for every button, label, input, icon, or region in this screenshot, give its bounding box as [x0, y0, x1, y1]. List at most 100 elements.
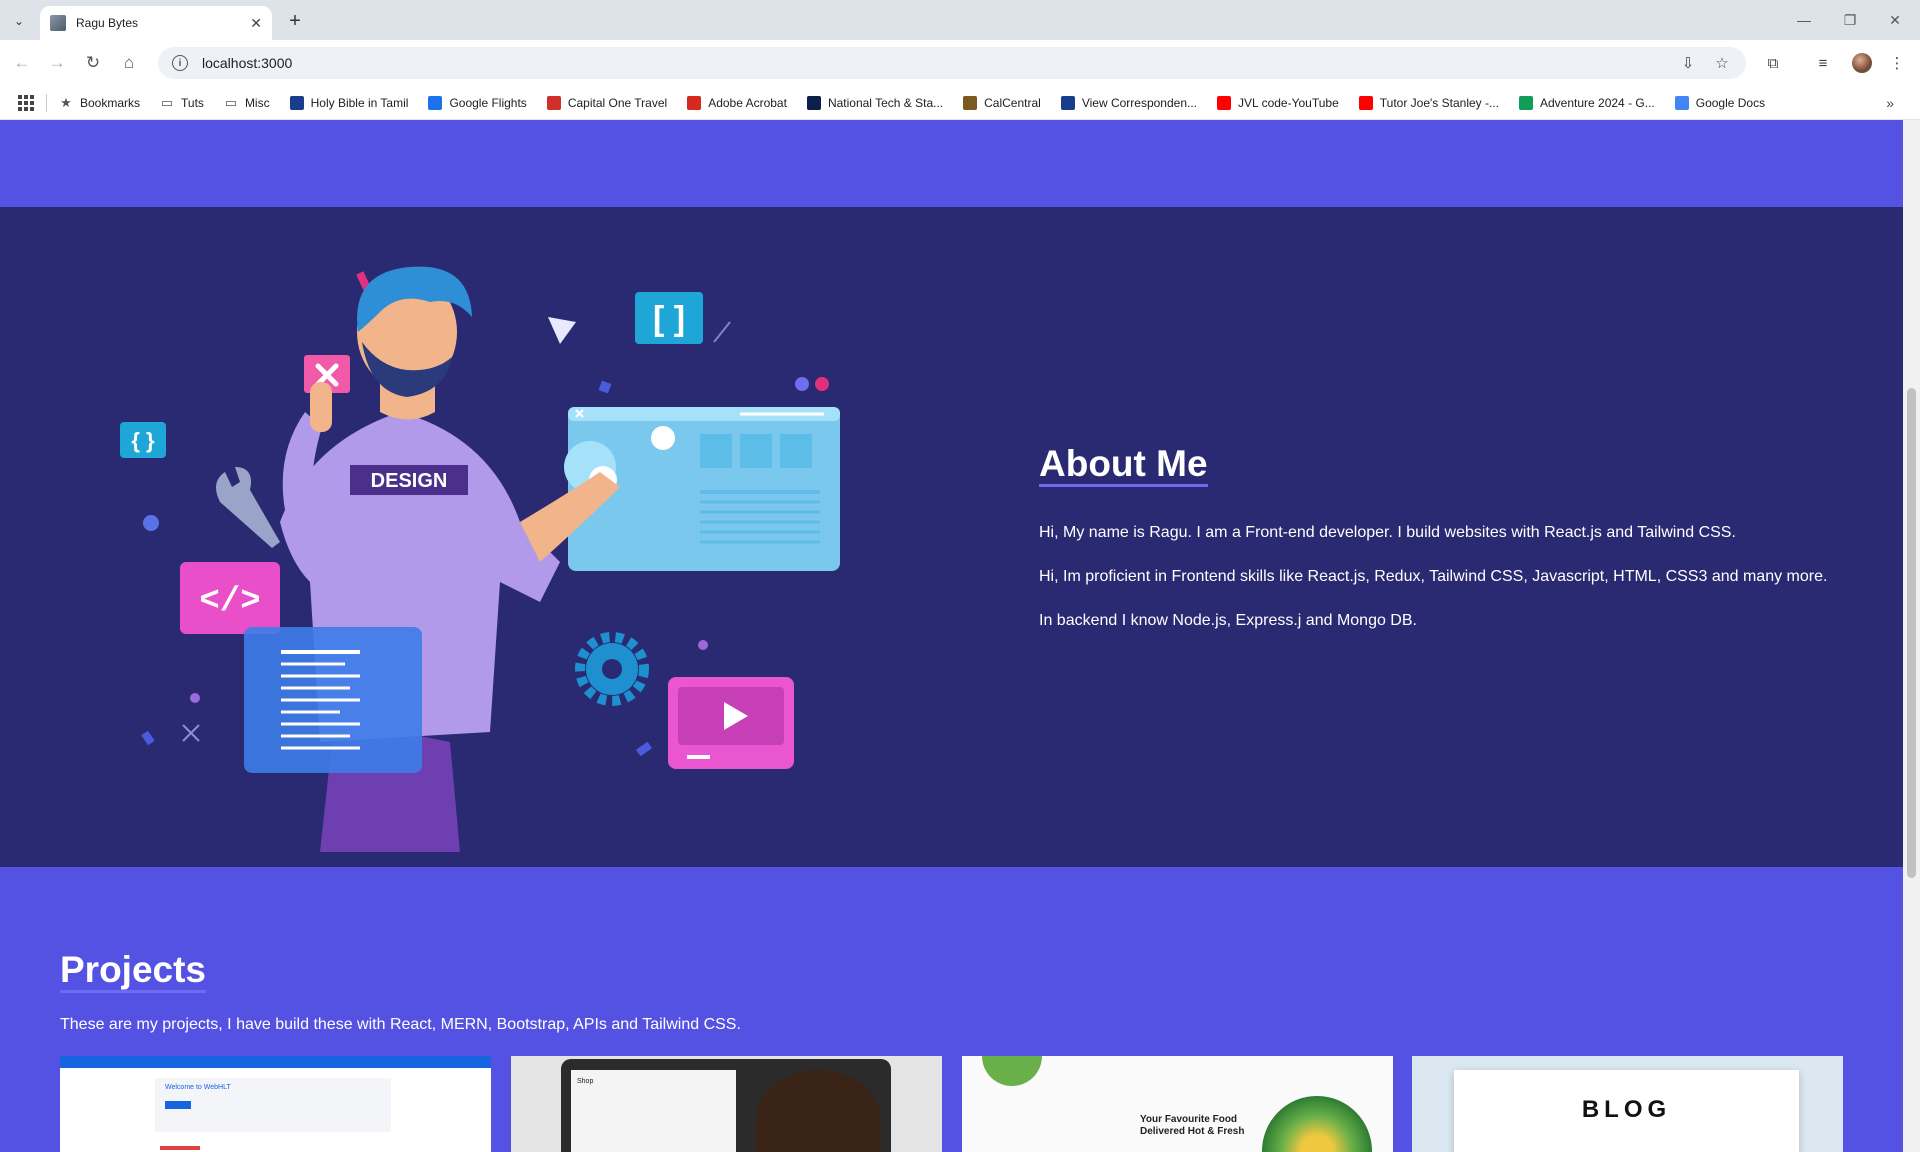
bookmark-item[interactable]: Adobe Acrobat — [687, 95, 787, 110]
site-info-icon[interactable]: i — [172, 55, 188, 71]
bookmarks-bar: ★ Bookmarks ▭ Tuts ▭ Misc Holy Bible in Tamil G… — [0, 86, 1920, 120]
bookmark-label: Google Docs — [1695, 95, 1766, 110]
bookmark-label: Tutor Joe's Stanley -... — [1379, 95, 1499, 110]
bookmark-label: Misc — [244, 95, 270, 110]
folder-icon: ▭ — [224, 94, 238, 110]
bookmark-item[interactable]: Adventure 2024 - G... — [1519, 95, 1655, 110]
menu-kebab-icon[interactable]: ⋮ — [1886, 52, 1908, 74]
address-bar[interactable]: i localhost:3000 ⇩ ☆ — [158, 47, 1746, 79]
developer-illustration: [ ] { } DESIGN </> — [120, 266, 840, 852]
bookmark-item[interactable]: National Tech & Sta... — [806, 95, 944, 110]
nts-icon — [806, 95, 821, 110]
colorado-icon — [1060, 95, 1075, 110]
bookmark-item[interactable]: Google Flights — [428, 95, 527, 110]
bookmark-item[interactable]: Capital One Travel — [546, 95, 668, 110]
project-card-3[interactable]: Your Favourite Food Delivered Hot & Fres… — [962, 1056, 1393, 1152]
wrench-icon — [216, 467, 280, 548]
project-card-1-heading: Welcome to WebHLT — [165, 1084, 231, 1091]
acrobat-icon — [687, 95, 702, 110]
back-icon[interactable]: ← — [9, 50, 35, 76]
bookmark-item[interactable]: Holy Bible in Tamil — [289, 95, 409, 110]
bookmark-label: View Corresponden... — [1081, 95, 1198, 110]
bookmark-item[interactable]: View Corresponden... — [1060, 95, 1198, 110]
bookmark-item[interactable]: JVL code-YouTube — [1217, 95, 1339, 110]
youtube-icon — [1217, 95, 1232, 110]
bookmark-item[interactable]: Google Docs — [1674, 95, 1766, 110]
calcentral-icon — [963, 95, 978, 110]
bookmarks-overflow-icon[interactable]: » — [1886, 95, 1894, 111]
projects-title-underline — [60, 990, 207, 993]
bookmark-item[interactable]: ▭ Misc — [224, 94, 270, 110]
close-window-icon[interactable]: ✕ — [1880, 8, 1910, 32]
folder-icon: ▭ — [160, 94, 174, 110]
capitalone-icon — [546, 95, 561, 110]
gear-icon — [575, 632, 649, 706]
about-paragraph-2: Hi, Im proficient in Frontend skills lik… — [1039, 568, 1828, 585]
page-viewport: [ ] { } DESIGN </> About Me Hi, My name … — [0, 120, 1903, 1152]
about-section: [ ] { } DESIGN </> About Me Hi, My name … — [0, 207, 1903, 867]
svg-text:{ }: { } — [131, 428, 155, 453]
svg-text:[ ]: [ ] — [653, 300, 685, 338]
bookmark-item[interactable]: Tutor Joe's Stanley -... — [1358, 95, 1499, 110]
svg-text:</>: </> — [199, 583, 260, 621]
project-card-4[interactable]: BLOG — [1412, 1056, 1843, 1152]
tab-search-icon[interactable]: ⌄ — [6, 8, 32, 34]
new-tab-icon[interactable]: + — [282, 8, 308, 34]
project-card-3-heading: Your Favourite Food Delivered Hot & Fres… — [1140, 1114, 1245, 1137]
triangle-shape — [548, 317, 576, 344]
bookmark-item[interactable]: ▭ Tuts — [160, 94, 204, 110]
shirt-text: DESIGN — [371, 470, 448, 492]
browser-tab[interactable]: Ragu Bytes ✕ — [40, 6, 272, 40]
star-icon: ★ — [60, 94, 72, 110]
bookmark-label: Adventure 2024 - G... — [1540, 95, 1655, 110]
bookmark-star-icon[interactable]: ☆ — [1712, 53, 1732, 73]
bookmark-label: Tuts — [181, 95, 204, 110]
about-paragraph-1: Hi, My name is Ragu. I am a Front-end de… — [1039, 524, 1736, 541]
minimize-icon[interactable]: — — [1789, 8, 1819, 32]
project-card-4-heading: BLOG — [1581, 1096, 1672, 1123]
bookmark-label: Holy Bible in Tamil — [310, 95, 409, 110]
bookmark-label: Capital One Travel — [567, 95, 668, 110]
about-title-underline — [1039, 484, 1208, 487]
tab-title: Ragu Bytes — [76, 16, 139, 30]
page-scrollbar[interactable] — [1903, 120, 1920, 1152]
project-card-1[interactable]: Welcome to WebHLT — [60, 1056, 491, 1152]
url-text[interactable]: localhost:3000 — [202, 55, 292, 71]
bookmark-label: JVL code-YouTube — [1238, 95, 1339, 110]
projects-subtitle: These are my projects, I have build thes… — [60, 1016, 741, 1033]
bookmark-label: Bookmarks — [80, 95, 141, 110]
scrollbar-thumb[interactable] — [1907, 388, 1916, 878]
brackets-icon: [ ] — [635, 292, 703, 344]
bookmark-label: National Tech & Sta... — [827, 95, 944, 110]
document-card — [244, 627, 422, 773]
install-app-icon[interactable]: ⇩ — [1678, 53, 1698, 73]
code-tag-card: </> — [180, 562, 280, 634]
video-player-card — [668, 677, 794, 769]
bookmark-label: Google Flights — [449, 95, 527, 110]
bookmark-item[interactable]: CalCentral — [963, 95, 1041, 110]
curly-braces-icon: { } — [120, 422, 166, 458]
reload-icon[interactable]: ↻ — [80, 50, 106, 76]
forward-icon[interactable]: → — [44, 50, 70, 76]
bible-icon — [289, 95, 304, 110]
bookmark-label: CalCentral — [984, 95, 1041, 110]
tab-close-icon[interactable]: ✕ — [250, 15, 262, 32]
apps-grid-icon[interactable] — [18, 94, 34, 111]
about-title-text: About Me — [1039, 443, 1208, 484]
about-paragraph-3: In backend I know Node.js, Express.j and… — [1039, 612, 1417, 629]
bookmarks-divider — [46, 93, 47, 112]
sheets-icon — [1519, 95, 1533, 110]
project-card-2[interactable]: Shop — [511, 1056, 942, 1152]
tab-favicon-icon — [50, 15, 66, 31]
browser-toolbar: ← → ↻ ⌂ i localhost:3000 ⇩ ☆ ⧉ ≡ ⋮ — [0, 40, 1920, 86]
projects-title: Projects — [60, 949, 207, 993]
profile-avatar[interactable] — [1852, 53, 1872, 73]
bookmark-label: Adobe Acrobat — [708, 95, 787, 110]
extensions-icon[interactable]: ⧉ — [1762, 52, 1784, 74]
media-control-icon[interactable]: ≡ — [1812, 52, 1834, 74]
projects-title-text: Projects — [60, 949, 207, 990]
restore-icon[interactable]: ❐ — [1835, 8, 1865, 32]
about-title: About Me — [1039, 443, 1208, 487]
bookmark-item[interactable]: ★ Bookmarks — [59, 94, 141, 110]
home-icon[interactable]: ⌂ — [116, 50, 142, 76]
